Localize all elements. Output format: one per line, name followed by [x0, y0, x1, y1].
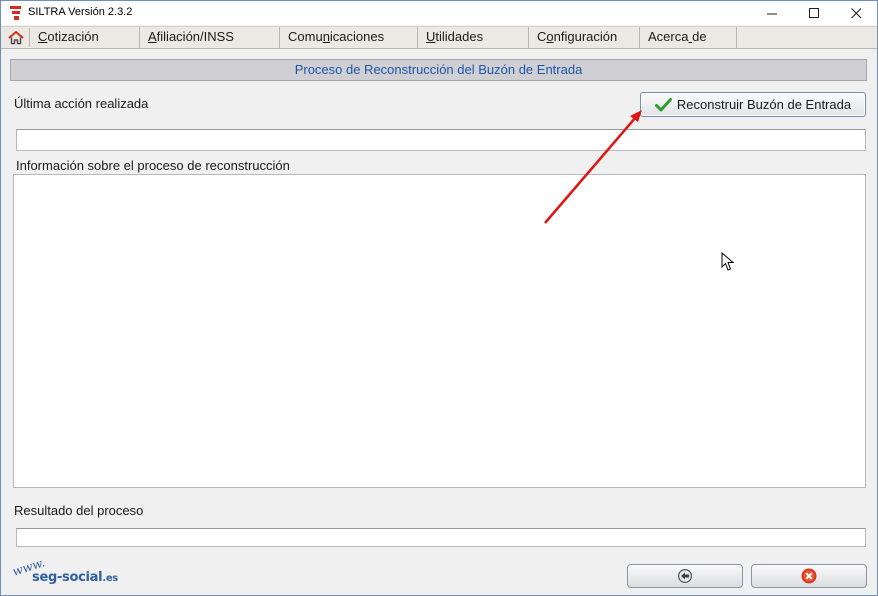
- mouse-cursor-icon: [721, 252, 735, 271]
- menu-comunicaciones[interactable]: Comunicaciones: [280, 27, 418, 48]
- last-action-field[interactable]: [16, 129, 866, 151]
- menu-label: Cotización: [38, 29, 99, 44]
- seg-social-logo[interactable]: www. seg-social.es: [11, 555, 122, 590]
- logo-domain: seg-social.es: [32, 570, 118, 585]
- menu-home-button[interactable]: [3, 28, 30, 47]
- minimize-button[interactable]: [751, 1, 793, 25]
- info-textarea[interactable]: [13, 174, 866, 488]
- maximize-button[interactable]: [793, 1, 835, 25]
- menu-label: Comunicaciones: [288, 29, 385, 44]
- close-window-button[interactable]: [835, 1, 877, 25]
- maximize-icon: [808, 7, 819, 18]
- checkmark-icon: [654, 97, 672, 111]
- info-label: Información sobre el proceso de reconstr…: [16, 158, 290, 173]
- close-circle-icon: [801, 568, 817, 584]
- exit-button[interactable]: [751, 564, 867, 588]
- menu-afiliacion-inss[interactable]: Afiliación/INSS: [140, 27, 280, 48]
- home-icon: [8, 31, 24, 45]
- rebuild-inbox-button[interactable]: Reconstruir Buzón de Entrada: [640, 92, 866, 117]
- menu-label: Acerca de: [648, 29, 707, 44]
- menu-utilidades[interactable]: Utilidades: [418, 27, 529, 48]
- section-title: Proceso de Reconstrucción del Buzón de E…: [10, 59, 867, 81]
- menu-label: Utilidades: [426, 29, 484, 44]
- window-title: SILTRA Versión 2.3.2: [28, 6, 133, 18]
- siltra-logo-icon: [10, 6, 21, 20]
- last-action-label: Última acción realizada: [14, 96, 149, 111]
- back-button[interactable]: [627, 564, 743, 588]
- siltra-window: SILTRA Versión 2.3.2 Cotización Afiliaci…: [0, 0, 878, 596]
- back-arrow-icon: [678, 569, 692, 583]
- rebuild-inbox-label: Reconstruir Buzón de Entrada: [676, 97, 852, 112]
- menu-label: Configuración: [537, 29, 618, 44]
- title-bar: SILTRA Versión 2.3.2: [1, 1, 877, 25]
- menu-acerca-de[interactable]: Acerca de: [640, 27, 737, 48]
- result-label: Resultado del proceso: [14, 503, 144, 518]
- result-field[interactable]: [16, 528, 866, 547]
- menu-configuracion[interactable]: Configuración: [529, 27, 640, 48]
- menu-bar: Cotización Afiliación/INSS Comunicacione…: [1, 26, 877, 49]
- menu-cotizacion[interactable]: Cotización: [30, 27, 140, 48]
- menu-label: Afiliación/INSS: [148, 29, 234, 44]
- minimize-icon: [766, 13, 777, 14]
- close-icon: [850, 7, 861, 18]
